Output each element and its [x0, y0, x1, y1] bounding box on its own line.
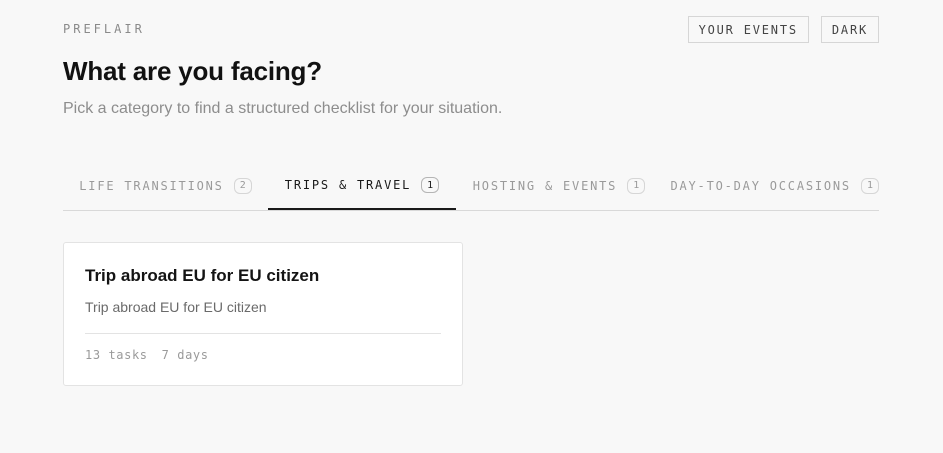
page-title: What are you facing?: [63, 56, 322, 86]
tab-hosting-events[interactable]: HOSTING & EVENTS 1: [456, 162, 662, 209]
tab-label: TRIPS & TRAVEL: [284, 178, 412, 192]
tab-count-badge: 2: [233, 177, 252, 194]
duration: 7 days: [161, 348, 209, 362]
brand-logo[interactable]: PREFLAIR: [63, 22, 145, 36]
tab-label: HOSTING & EVENTS: [472, 178, 618, 193]
category-tabs: LIFE TRANSITIONS 2 TRIPS & TRAVEL 1 HOST…: [63, 162, 879, 211]
tab-count-badge: 1: [860, 177, 879, 194]
tab-label: LIFE TRANSITIONS: [79, 178, 224, 193]
card-description: Trip abroad EU for EU citizen: [85, 299, 267, 315]
your-events-button[interactable]: YOUR EVENTS: [687, 16, 809, 43]
tab-count-badge: 1: [421, 177, 440, 193]
tab-day-to-day-occasions[interactable]: DAY-TO-DAY OCCASIONS 1: [662, 162, 879, 209]
page-subtitle: Pick a category to find a structured che…: [63, 100, 503, 117]
header-actions: YOUR EVENTS DARK: [687, 16, 879, 43]
checklist-card[interactable]: Trip abroad EU for EU citizen Trip abroa…: [63, 242, 463, 386]
card-meta: 13 tasks 7 days: [85, 348, 209, 362]
tab-count-badge: 1: [627, 177, 646, 194]
tab-life-transitions[interactable]: LIFE TRANSITIONS 2: [63, 162, 268, 209]
theme-toggle-button[interactable]: DARK: [820, 16, 879, 43]
tab-label: DAY-TO-DAY OCCASIONS: [670, 178, 851, 193]
tab-trips-travel[interactable]: TRIPS & TRAVEL 1: [268, 162, 456, 210]
task-count: 13 tasks: [85, 348, 148, 362]
card-title: Trip abroad EU for EU citizen: [85, 266, 320, 285]
card-divider: [85, 333, 441, 334]
